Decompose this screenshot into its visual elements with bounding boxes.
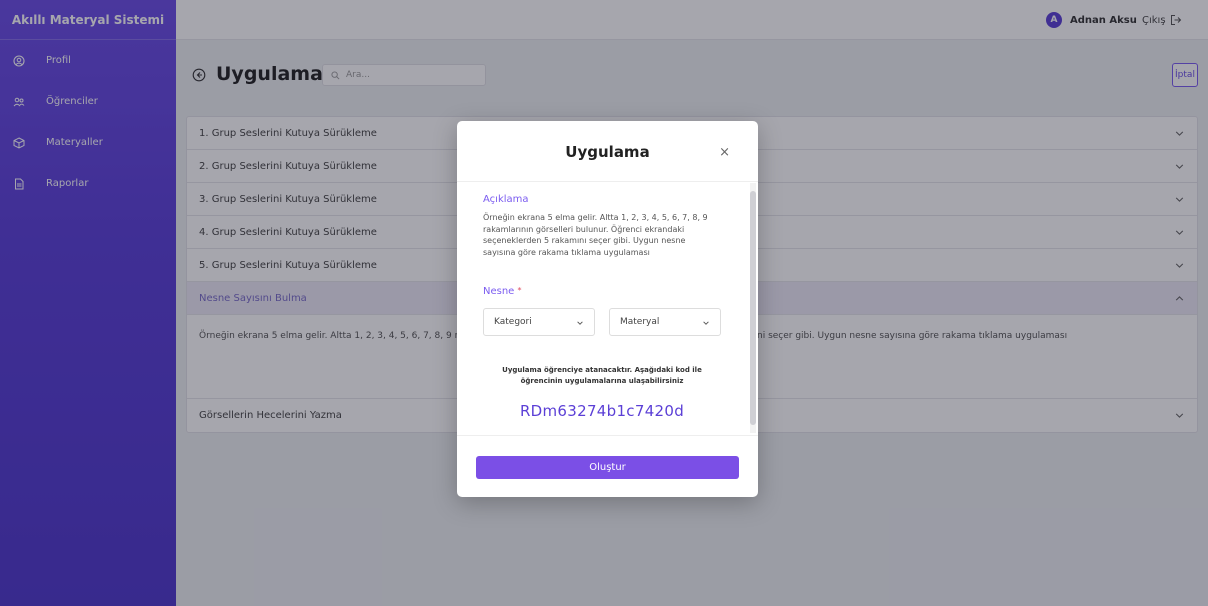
- application-modal: Uygulama × Açıklama Örneğin ekrana 5 elm…: [457, 121, 758, 497]
- create-button[interactable]: Oluştur: [476, 456, 739, 479]
- close-icon[interactable]: ×: [719, 145, 730, 160]
- category-select-value: Kategori: [494, 317, 532, 327]
- material-select[interactable]: Materyal: [609, 308, 721, 336]
- access-code[interactable]: RDm63274b1c7420d: [457, 402, 747, 420]
- modal-body: Açıklama Örneğin ekrana 5 elma gelir. Al…: [457, 181, 758, 435]
- chevron-down-icon: [703, 321, 709, 325]
- required-mark: *: [517, 286, 522, 295]
- modal-footer: Oluştur: [457, 435, 758, 497]
- object-label-text: Nesne: [483, 286, 515, 297]
- material-select-value: Materyal: [620, 317, 660, 327]
- description-label: Açıklama: [483, 194, 529, 205]
- modal-title: Uygulama: [565, 143, 650, 161]
- scrollbar-thumb[interactable]: [750, 191, 756, 425]
- chevron-down-icon: [577, 321, 583, 325]
- category-select[interactable]: Kategori: [483, 308, 595, 336]
- info-text: Uygulama öğrenciye atanacaktır. Aşağıdak…: [502, 366, 702, 385]
- description-text: Örneğin ekrana 5 elma gelir. Altta 1, 2,…: [483, 213, 708, 257]
- object-label: Nesne *: [483, 286, 522, 297]
